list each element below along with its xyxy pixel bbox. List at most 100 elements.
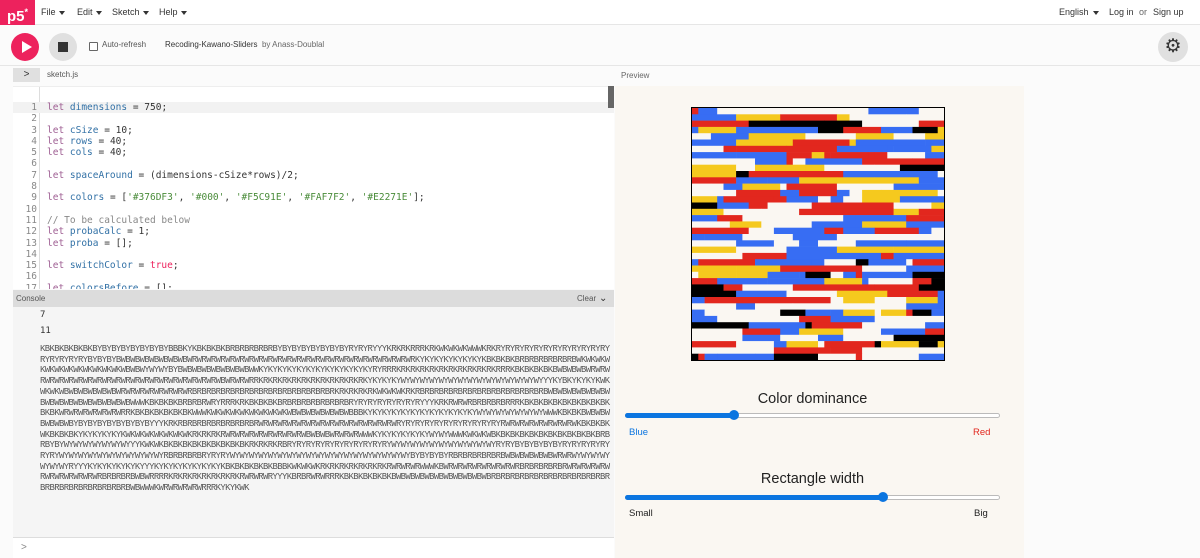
artwork-rect (836, 183, 894, 191)
code-line[interactable]: 5 let cols = 40; (13, 147, 614, 158)
artwork-rect (761, 126, 819, 134)
code-line[interactable]: 1 let dimensions = 750; (13, 102, 614, 114)
artwork-rect (912, 259, 944, 266)
code-text: let dimensions = 750; (47, 102, 168, 113)
menu-file[interactable]: File (41, 0, 65, 25)
console-input[interactable]: > (13, 537, 614, 558)
code-line[interactable]: 13 let proba = []; (13, 238, 614, 249)
code-line[interactable]: 12 let probaCalc = 1; (13, 226, 614, 237)
artwork-rect (704, 297, 743, 304)
artwork-rect (736, 145, 787, 153)
artwork-rect (710, 158, 756, 165)
settings-gear-icon[interactable]: ⚙ (1158, 32, 1188, 62)
artwork-rect (830, 347, 863, 354)
artwork-rect (918, 284, 944, 291)
p5-logo[interactable]: p5* (0, 0, 35, 25)
artwork-rect (773, 240, 781, 247)
artwork-rect (824, 120, 838, 128)
artwork-rect (874, 284, 920, 291)
login-link[interactable]: Log in (1109, 0, 1134, 25)
artwork-rect (912, 315, 944, 323)
artwork-rect (836, 189, 850, 197)
menu-sketch[interactable]: Sketch (112, 0, 149, 25)
artwork-rect (698, 259, 756, 266)
play-button[interactable] (11, 33, 39, 61)
artwork-rect (692, 290, 737, 298)
artwork-rect (862, 347, 920, 354)
artwork-rect (824, 108, 869, 115)
artwork-rect (874, 177, 920, 184)
code-line[interactable]: 10 (13, 204, 614, 215)
artwork-rect (918, 347, 944, 354)
rectangle-width-slider[interactable] (625, 492, 1000, 502)
artwork-rect (843, 171, 901, 178)
artwork-rect (704, 309, 731, 317)
artwork-rect (881, 145, 888, 153)
code-line[interactable]: 8 (13, 181, 614, 192)
code-line[interactable]: 11 // To be calculated below (13, 215, 614, 226)
artwork-rect (843, 309, 875, 317)
artwork-rect (773, 120, 825, 128)
artwork-rect (906, 114, 944, 121)
code-line[interactable]: 6 (13, 158, 614, 169)
artwork-rect (843, 215, 857, 222)
artwork-rect (824, 152, 831, 159)
editor-scrollbar[interactable] (608, 86, 614, 108)
artwork-rect (736, 271, 768, 279)
artwork-rect (805, 309, 831, 317)
artwork-rect (937, 126, 944, 134)
code-line[interactable]: 15 let switchColor = true; (13, 260, 614, 271)
autorefresh-checkbox[interactable] (89, 42, 98, 51)
code-line[interactable]: 2 (13, 113, 614, 124)
console-clear-button[interactable]: Clear (577, 294, 596, 303)
code-line[interactable]: 4 let rows = 40; (13, 136, 614, 147)
line-number: 3 (31, 124, 37, 136)
artwork-rect (799, 315, 831, 323)
artwork-rect (931, 202, 944, 210)
code-line[interactable]: 7 let spaceAround = (dimensions-cSize*row… (13, 170, 614, 181)
artwork-rect (717, 347, 749, 354)
chevron-right-icon: > (23, 69, 30, 80)
menu-help[interactable]: Help (159, 0, 187, 25)
caret-down-icon (180, 10, 187, 15)
artwork-rect (887, 152, 926, 159)
artwork-rect (799, 240, 819, 247)
artwork-rect (862, 221, 907, 228)
line-number: 1 (31, 102, 37, 113)
sketch-name[interactable]: Recoding-Kawano-Sliders by Anass-Doublal (165, 40, 324, 49)
artwork-rect (692, 158, 705, 165)
sidebar-toggle-button[interactable]: > (13, 68, 40, 82)
artwork-rect (692, 303, 737, 310)
code-line[interactable]: 17 let colorsBefore = []; (13, 283, 614, 289)
artwork-rect (773, 139, 794, 147)
artwork-rect (836, 202, 894, 210)
file-tab[interactable]: sketch.js (47, 70, 78, 79)
artwork-rect (786, 246, 838, 254)
artwork-rect (692, 271, 699, 279)
artwork-rect (780, 240, 800, 247)
artwork-rect (906, 215, 944, 222)
code-line[interactable]: 9 let colors = ['#376DF3', '#000', '#F5C9… (13, 192, 614, 203)
artwork-rect (767, 202, 812, 210)
language-selector[interactable]: English (1059, 0, 1099, 25)
signup-link[interactable]: Sign up (1153, 0, 1184, 25)
chevron-down-icon[interactable]: ⌄ (599, 293, 607, 304)
artwork-rect (893, 334, 944, 342)
code-line[interactable]: 3 let cSize = 10; (13, 125, 614, 136)
artwork-rect (742, 297, 781, 304)
artwork-rect (824, 284, 875, 291)
menu-edit[interactable]: Edit (77, 0, 102, 25)
code-line[interactable]: 14 (13, 249, 614, 260)
artwork-rect (843, 196, 863, 203)
artwork-rect (704, 158, 712, 165)
artwork-rect (736, 265, 781, 273)
artwork-rect (862, 322, 907, 329)
stop-button[interactable] (49, 33, 77, 61)
artwork-rect (925, 328, 944, 336)
artwork-rect (855, 215, 907, 222)
code-editor[interactable]: 1 let dimensions = 750; 2 3 let cSize = 10; 4… (13, 86, 614, 289)
artwork-rect (818, 353, 857, 360)
code-line[interactable]: 16 (13, 271, 614, 282)
color-dominance-slider[interactable] (625, 410, 1000, 420)
slider-min-label: Blue (629, 427, 649, 438)
